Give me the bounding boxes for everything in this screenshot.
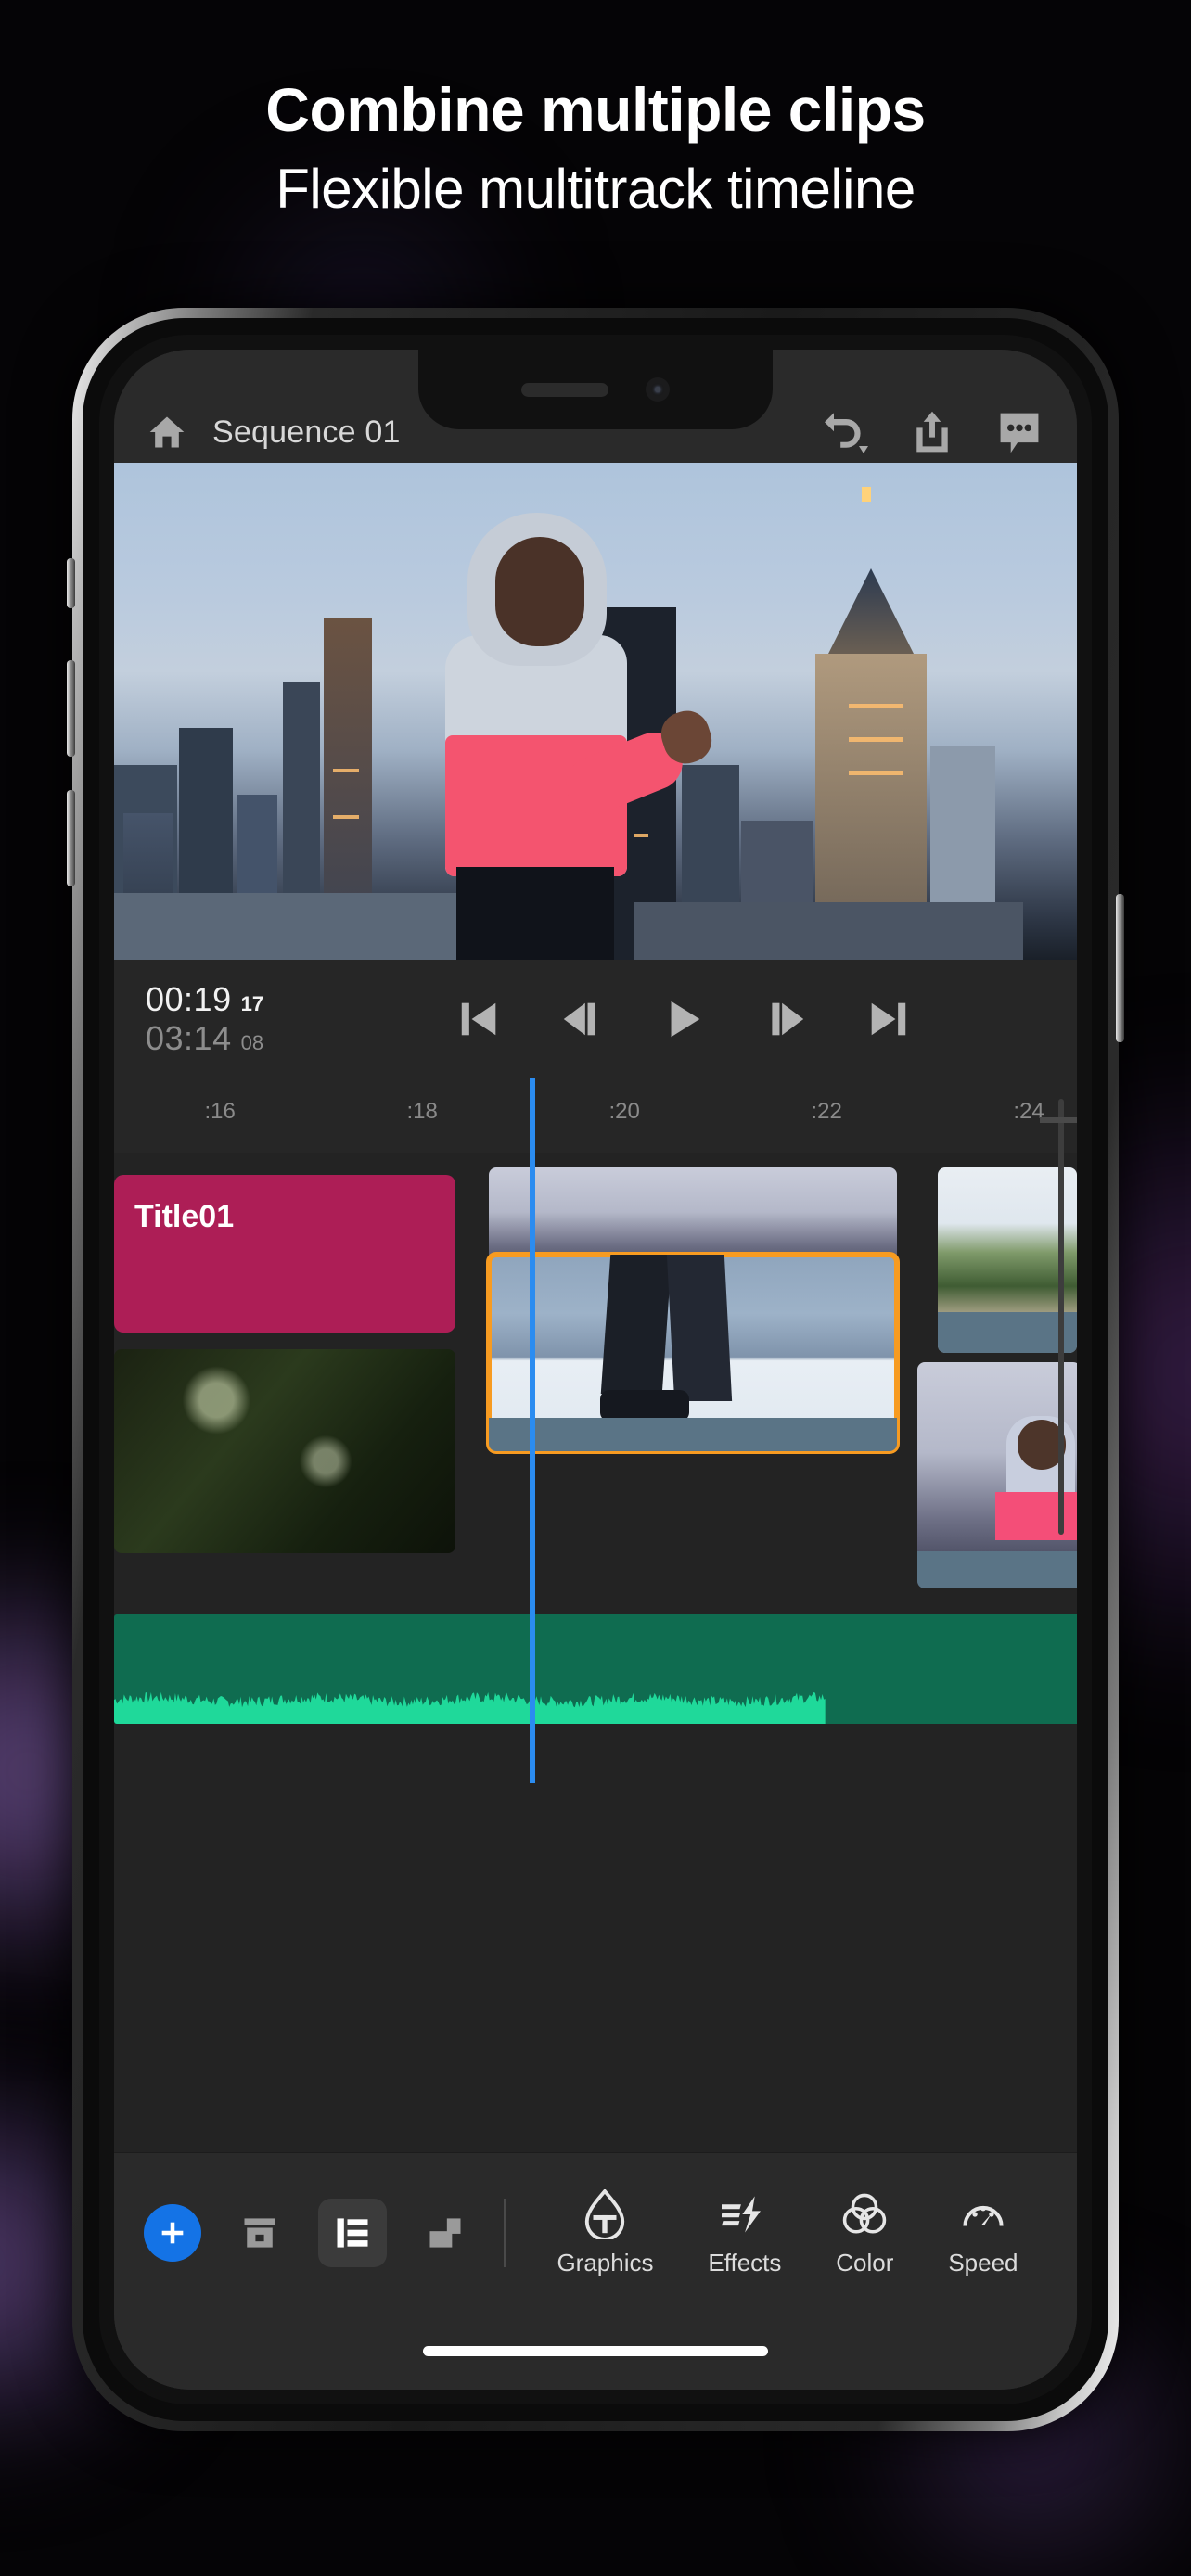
ruler-tick: :20 bbox=[608, 1099, 640, 1124]
clip-thumb-leg bbox=[600, 1255, 672, 1394]
media-browser-button[interactable] bbox=[233, 2206, 287, 2260]
promo-headline: Combine multiple clips bbox=[265, 75, 926, 144]
speaker-grille-icon bbox=[521, 382, 608, 397]
comments-icon[interactable] bbox=[993, 408, 1045, 456]
playback-buttons bbox=[359, 996, 1045, 1042]
effects-icon-wrap bbox=[721, 2187, 768, 2241]
ruler-tick: :18 bbox=[406, 1099, 438, 1124]
skip-back-icon[interactable] bbox=[455, 996, 504, 1042]
add-media-button[interactable] bbox=[144, 2203, 201, 2262]
clip-audio-strip bbox=[489, 1418, 897, 1451]
timeline-ruler[interactable]: :16 :18 :20 :22 :24 bbox=[114, 1078, 1077, 1153]
bottom-toolbar: Graphics Effects Color Speed bbox=[114, 2152, 1077, 2312]
timeline-clip-forest[interactable] bbox=[114, 1349, 455, 1553]
undo-dropdown-icon[interactable] bbox=[819, 408, 871, 456]
duration-timecode: 03:14 08 bbox=[146, 1019, 359, 1058]
clip-audio-strip bbox=[938, 1312, 1077, 1353]
preview-subject-face bbox=[495, 537, 584, 646]
phone-screen: Sequence 01 00:19 17 03:14 08:16:18:2… bbox=[114, 350, 1077, 2390]
clip-thumb-leg bbox=[666, 1255, 733, 1401]
step-back-icon[interactable] bbox=[557, 996, 606, 1042]
duration-frames-value: 08 bbox=[240, 1031, 264, 1054]
ruler-tick: :16 bbox=[204, 1099, 236, 1124]
tab-effects[interactable]: Effects bbox=[708, 2187, 781, 2277]
device-power-button[interactable] bbox=[1116, 894, 1124, 1042]
promo-screenshot: Combine multiple clips Flexible multitra… bbox=[0, 0, 1191, 2576]
preview-subject bbox=[388, 496, 718, 960]
timeline-clip-title01[interactable]: Title01 bbox=[114, 1175, 455, 1333]
device-volume-up-button[interactable] bbox=[67, 660, 75, 757]
tab-effects-label: Effects bbox=[708, 2249, 782, 2276]
device-volume-down-button[interactable] bbox=[67, 790, 75, 886]
graphics-text-icon bbox=[585, 2189, 625, 2239]
premiere-rush-app: Sequence 01 00:19 17 03:14 08:16:18:2… bbox=[114, 350, 1077, 2390]
timeline-scroll-marker bbox=[1040, 1117, 1077, 1123]
preview-window-light bbox=[849, 704, 903, 708]
preview-spire-light bbox=[862, 487, 871, 502]
preview-subject-pants bbox=[456, 867, 614, 960]
tab-speed-label: Speed bbox=[948, 2249, 1018, 2276]
timeline-clip-lake[interactable] bbox=[938, 1167, 1077, 1353]
home-icon[interactable] bbox=[146, 412, 188, 453]
phone-bezel: Sequence 01 00:19 17 03:14 08:16:18:2… bbox=[99, 335, 1092, 2404]
timeline-clip-city-walk-selected[interactable] bbox=[486, 1252, 900, 1454]
color-icon-wrap bbox=[841, 2187, 888, 2241]
duration-time-value: 03:14 bbox=[146, 1019, 232, 1057]
tab-graphics-label: Graphics bbox=[557, 2249, 654, 2276]
tab-speed[interactable]: Speed bbox=[948, 2187, 1018, 2277]
add-icon bbox=[161, 2222, 184, 2243]
phone-frame-inner: Sequence 01 00:19 17 03:14 08:16:18:2… bbox=[83, 318, 1108, 2421]
timeline-vertical-scrollbar[interactable] bbox=[1058, 1099, 1064, 1535]
clip-audio-strip bbox=[917, 1551, 1077, 1588]
tab-color[interactable]: Color bbox=[836, 2187, 893, 2277]
phone-frame: Sequence 01 00:19 17 03:14 08:16:18:2… bbox=[72, 308, 1119, 2431]
preview-window-light bbox=[849, 771, 903, 775]
timeline-clip-audio-music[interactable] bbox=[114, 1614, 1077, 1724]
promo-subheadline: Flexible multitrack timeline bbox=[275, 157, 916, 220]
speed-gauge-icon bbox=[963, 2205, 1004, 2226]
step-forward-icon[interactable] bbox=[762, 996, 810, 1042]
timeline-tracks[interactable]: Title01 bbox=[114, 1078, 1077, 2152]
device-mute-switch[interactable] bbox=[67, 558, 75, 608]
clip-thumb-shoe bbox=[600, 1390, 689, 1422]
preview-window-light bbox=[849, 737, 903, 742]
current-frames-value: 17 bbox=[240, 992, 264, 1015]
toolbar-tabs: Graphics Effects Color Speed bbox=[506, 2187, 1055, 2277]
timeline-tracks-icon bbox=[337, 2217, 368, 2248]
audio-waveform bbox=[114, 1691, 826, 1724]
color-wheels-icon bbox=[843, 2193, 887, 2234]
media-box-icon bbox=[244, 2217, 275, 2248]
sequence-title[interactable]: Sequence 01 bbox=[212, 414, 401, 451]
tab-graphics[interactable]: Graphics bbox=[557, 2187, 653, 2277]
preview-window-light bbox=[333, 769, 359, 772]
tab-color-label: Color bbox=[836, 2249, 894, 2276]
ruler-tick: :22 bbox=[811, 1099, 842, 1124]
preview-window-light bbox=[333, 815, 359, 819]
layers-icon bbox=[429, 2217, 461, 2248]
timeline-view-button[interactable] bbox=[318, 2198, 387, 2267]
preview-rooftop bbox=[634, 902, 1023, 960]
current-timecode: 00:19 17 bbox=[146, 980, 359, 1019]
front-camera-icon bbox=[646, 377, 670, 402]
play-icon[interactable] bbox=[660, 996, 708, 1042]
clip-label: Title01 bbox=[134, 1199, 235, 1234]
device-notch bbox=[418, 350, 773, 429]
timecode-display[interactable]: 00:19 17 03:14 08 bbox=[146, 980, 359, 1058]
home-indicator-area bbox=[114, 2312, 1077, 2390]
transport-controls: 00:19 17 03:14 08 bbox=[114, 960, 1077, 1078]
timeline-clip-dusk-person[interactable] bbox=[917, 1362, 1077, 1588]
layers-button[interactable] bbox=[418, 2206, 472, 2260]
current-time-value: 00:19 bbox=[146, 980, 232, 1018]
home-indicator-bar[interactable] bbox=[423, 2345, 768, 2356]
video-preview[interactable] bbox=[114, 463, 1077, 960]
promo-text-block: Combine multiple clips Flexible multitra… bbox=[0, 75, 1191, 220]
timeline-playhead[interactable] bbox=[530, 1078, 535, 1783]
clip-thumb-jacket bbox=[995, 1492, 1077, 1540]
timeline-panel[interactable]: :16 :18 :20 :22 :24 Title01 bbox=[114, 1078, 1077, 2152]
skip-forward-icon[interactable] bbox=[864, 996, 912, 1042]
graphics-icon-wrap bbox=[582, 2187, 628, 2241]
speed-icon-wrap bbox=[960, 2187, 1006, 2241]
effects-bolt-icon bbox=[721, 2196, 761, 2233]
share-export-icon[interactable] bbox=[906, 408, 958, 456]
